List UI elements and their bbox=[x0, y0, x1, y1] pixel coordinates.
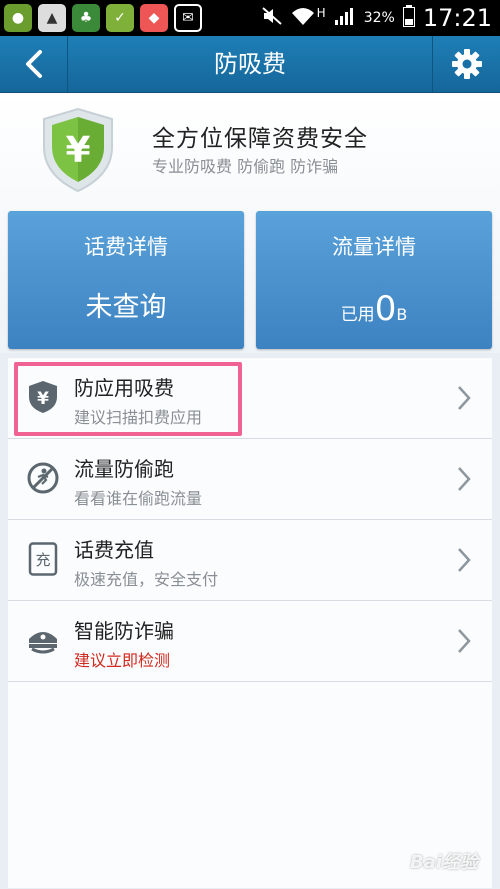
battery-icon bbox=[402, 5, 415, 31]
feature-list: ¥ 防应用吸费 建议扫描扣费应用 流量防偷跑 看看谁在偷跑流量 充 话费充值 极… bbox=[8, 358, 492, 888]
data-details-title: 流量详情 bbox=[332, 235, 416, 259]
list-item-app-fee-protection[interactable]: ¥ 防应用吸费 建议扫描扣费应用 bbox=[8, 358, 492, 439]
data-details-card[interactable]: 流量详情 已用0B bbox=[256, 211, 492, 349]
mute-icon bbox=[261, 5, 283, 31]
list-item-recharge[interactable]: 充 话费充值 极速充值，安全支付 bbox=[8, 520, 492, 601]
recharge-icon: 充 bbox=[28, 542, 58, 576]
header-title: 全方位保障资费安全 bbox=[152, 126, 368, 152]
data-used-prefix: 已用 bbox=[340, 305, 375, 325]
clock: 17:21 bbox=[422, 4, 492, 32]
list-item-title: 智能防诈骗 bbox=[74, 619, 174, 643]
fee-details-title: 话费详情 bbox=[84, 235, 168, 259]
status-indicators: H 32% 17:21 bbox=[261, 0, 492, 36]
app-notification-icon: ♣ bbox=[72, 4, 100, 32]
app-notification-icon: ✓ bbox=[106, 4, 134, 32]
svg-text:充: 充 bbox=[35, 551, 50, 569]
shield-yen-icon: ¥ bbox=[43, 107, 113, 193]
list-item-subtitle: 极速充值，安全支付 bbox=[74, 570, 219, 589]
chevron-right-icon bbox=[458, 386, 471, 410]
list-item-subtitle: 建议立即检测 bbox=[74, 651, 171, 670]
status-bar: ● ▲ ♣ ✓ ◆ ✉ H 32% 17:21 bbox=[0, 0, 500, 36]
app-notification-icon: ◆ bbox=[140, 4, 168, 32]
list-item-title: 流量防偷跑 bbox=[74, 457, 174, 481]
list-item-subtitle: 看看谁在偷跑流量 bbox=[74, 489, 203, 508]
network-type: H bbox=[316, 6, 326, 20]
fee-details-card[interactable]: 话费详情 未查询 bbox=[8, 211, 244, 349]
signal-icon bbox=[334, 6, 356, 30]
data-used-number: 0 bbox=[374, 289, 397, 329]
header-panel: ¥ 全方位保障资费安全 专业防吸费 防偷跑 防诈骗 话费详情 未查询 流量详情 … bbox=[0, 93, 500, 353]
image-notification-icon: ▲ bbox=[38, 4, 66, 32]
app-notification-icon: ● bbox=[4, 4, 32, 32]
fee-details-value: 未查询 bbox=[85, 292, 167, 323]
no-run-icon bbox=[27, 462, 59, 494]
gear-icon bbox=[451, 49, 482, 79]
police-cap-icon bbox=[29, 632, 57, 654]
list-item-data-leak-protection[interactable]: 流量防偷跑 看看谁在偷跑流量 bbox=[8, 439, 492, 520]
page-title: 防吸费 bbox=[214, 50, 286, 78]
mail-icon: ✉ bbox=[174, 4, 202, 32]
settings-button[interactable] bbox=[432, 36, 500, 92]
data-used-unit: B bbox=[396, 305, 408, 324]
list-item-anti-fraud[interactable]: 智能防诈骗 建议立即检测 bbox=[8, 601, 492, 682]
highlight-box bbox=[14, 362, 242, 436]
svg-text:¥: ¥ bbox=[65, 130, 90, 171]
chevron-right-icon bbox=[458, 629, 471, 653]
header-subtitle: 专业防吸费 防偷跑 防诈骗 bbox=[152, 157, 339, 176]
back-button[interactable] bbox=[0, 36, 68, 92]
data-usage-value: 已用0B bbox=[256, 289, 492, 329]
chevron-right-icon bbox=[458, 467, 471, 491]
watermark: Bai经验 bbox=[409, 852, 478, 873]
wifi-icon bbox=[291, 5, 315, 31]
chevron-left-icon bbox=[25, 50, 42, 78]
notification-icons: ● ▲ ♣ ✓ ◆ ✉ bbox=[4, 4, 202, 32]
list-item-title: 话费充值 bbox=[74, 538, 154, 562]
battery-percent: 32% bbox=[363, 10, 395, 26]
chevron-right-icon bbox=[458, 548, 471, 572]
title-bar: 防吸费 bbox=[0, 36, 500, 93]
